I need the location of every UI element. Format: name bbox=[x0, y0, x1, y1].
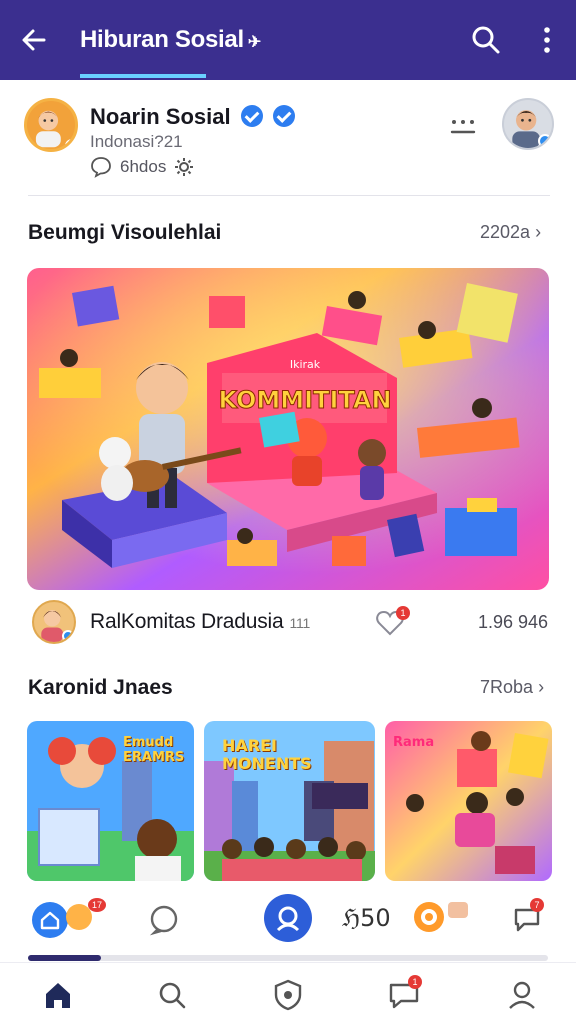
section-title: Karonid Jnaes bbox=[28, 676, 173, 699]
search-icon[interactable] bbox=[470, 24, 502, 56]
post-row[interactable]: RalKomitas Dradusia 111 1 1.96 946 bbox=[0, 598, 576, 648]
action-icon-row: 17 ℌ50 7 bbox=[0, 890, 576, 950]
profile-header: Noarin Sosial Indonasi?21 6hdos bbox=[0, 80, 576, 196]
back-arrow-icon[interactable] bbox=[18, 24, 50, 56]
profile-name: Noarin Sosial bbox=[90, 104, 295, 130]
progress-bar bbox=[28, 955, 548, 961]
more-vertical-icon[interactable] bbox=[532, 24, 562, 56]
shield-icon[interactable] bbox=[270, 977, 306, 1013]
notification-badge: 17 bbox=[88, 898, 106, 912]
hero-illustration: Ikirak KOMMITITAN bbox=[27, 268, 549, 590]
notification-badge: 1 bbox=[408, 975, 422, 989]
avatar[interactable] bbox=[32, 600, 76, 644]
settings-icon[interactable] bbox=[174, 157, 194, 177]
section-see-all-text: 7Roba bbox=[480, 677, 534, 697]
post-author: RalKomitas Dradusia 111 bbox=[90, 610, 310, 634]
page-title: Hiburan Sosial ✈ bbox=[80, 26, 261, 54]
card-caption: HAREI MONENTS bbox=[222, 736, 312, 773]
section-see-all-text: 2202a bbox=[480, 222, 531, 242]
avatar-status-dot bbox=[65, 139, 75, 149]
avatar-status-dot bbox=[538, 134, 552, 148]
profile-icon[interactable] bbox=[504, 977, 540, 1013]
chevron-right-icon: › bbox=[538, 677, 545, 697]
content-card[interactable]: Rama bbox=[385, 721, 552, 881]
post-author-text: RalKomitas Dradusia bbox=[90, 610, 284, 633]
comment-icon[interactable] bbox=[90, 156, 112, 178]
progress-fill bbox=[28, 955, 101, 961]
home-icon bbox=[40, 911, 60, 930]
profile-handle: Indonasi?21 bbox=[90, 132, 183, 151]
verified-icon bbox=[272, 105, 295, 127]
section-title: Beumgi Visoulehlai bbox=[28, 221, 222, 244]
app-bar: Hiburan Sosial ✈ bbox=[0, 0, 576, 80]
notification-badge: 7 bbox=[530, 898, 544, 912]
card-caption: Rama bbox=[393, 735, 435, 750]
active-tab-indicator bbox=[80, 74, 206, 78]
page-title-text: Hiburan Sosial bbox=[80, 26, 244, 53]
post-suffix: 111 bbox=[289, 615, 311, 631]
search-icon[interactable] bbox=[154, 977, 190, 1013]
like-count: 1.96 946 bbox=[478, 612, 549, 632]
counter-label: ℌ50 bbox=[342, 904, 391, 932]
avatar-status-dot bbox=[62, 630, 74, 642]
emoji-reaction-icon[interactable] bbox=[414, 902, 444, 932]
dots-icon[interactable] bbox=[448, 118, 478, 136]
divider bbox=[28, 195, 550, 196]
section-see-all-link[interactable]: 7Roba › bbox=[480, 677, 544, 698]
profile-meta-text: 6hdos bbox=[120, 157, 167, 176]
home-icon[interactable] bbox=[40, 977, 76, 1013]
profile-name-text: Noarin Sosial bbox=[90, 104, 231, 129]
bottom-nav: 1 bbox=[0, 962, 576, 1024]
content-card[interactable]: HAREI MONENTS bbox=[204, 721, 375, 881]
avatar[interactable] bbox=[502, 98, 554, 150]
sticker-icon[interactable] bbox=[448, 902, 468, 918]
card-caption: Emudd ERAMRS bbox=[123, 735, 185, 765]
profile-meta: 6hdos bbox=[90, 156, 194, 178]
banner-text: KOMMITITAN bbox=[218, 386, 391, 414]
hero-image[interactable]: Ikirak KOMMITITAN bbox=[27, 268, 549, 590]
banner-small-text: Ikirak bbox=[290, 358, 321, 371]
notification-badge: 1 bbox=[396, 606, 410, 620]
counter-prefix-icon: ℌ bbox=[342, 904, 361, 932]
profile-center-button[interactable] bbox=[264, 894, 312, 942]
chat-bubble-icon[interactable] bbox=[148, 904, 180, 936]
home-circle-icon[interactable] bbox=[32, 902, 68, 938]
counter-text: 50 bbox=[360, 904, 391, 932]
section-see-all-link[interactable]: 2202a › bbox=[480, 222, 541, 243]
chevron-right-icon: › bbox=[535, 222, 542, 242]
verified-icon bbox=[240, 105, 263, 127]
user-icon bbox=[276, 906, 300, 932]
avatar[interactable] bbox=[24, 98, 78, 152]
content-card[interactable]: Emudd ERAMRS bbox=[27, 721, 194, 881]
plane-icon: ✈ bbox=[247, 34, 261, 51]
smile-icon bbox=[421, 909, 437, 925]
